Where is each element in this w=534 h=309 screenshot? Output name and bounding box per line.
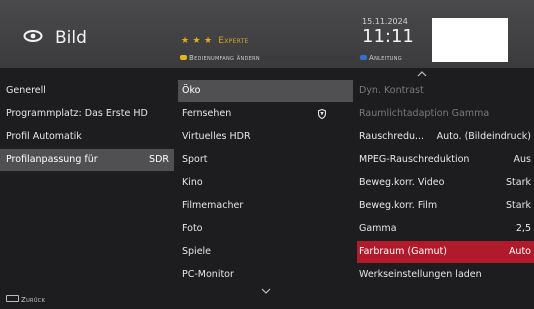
preset-label: Filmemacher <box>182 200 244 211</box>
preset-label: Spiele <box>182 246 212 257</box>
menu-item-profil-automatik[interactable]: Profil Automatik <box>0 126 174 148</box>
menu-item-value: SDR <box>149 154 169 165</box>
setting-label: Raumlichtadaption Gamma <box>359 108 490 119</box>
setting-label: MPEG-Rauschreduktion <box>359 154 470 165</box>
preset-item-oeko[interactable]: Öko <box>178 80 353 102</box>
setting-value: Stark <box>506 177 531 188</box>
setting-beweg-korr-video[interactable]: Beweg.korr. Video Stark <box>357 172 534 194</box>
eye-icon <box>23 30 43 42</box>
stars-icon: ★ ★ ★ <box>181 36 213 46</box>
tv-preview-window <box>432 18 508 62</box>
expertise-level-label: Experte <box>218 36 249 46</box>
preset-label: Sport <box>182 154 208 165</box>
setting-label: Rauschredu... <box>359 131 425 142</box>
chevron-down-icon[interactable] <box>261 288 271 294</box>
setting-gamma[interactable]: Gamma 2,5 <box>357 218 534 240</box>
preset-item-spiele[interactable]: Spiele <box>178 241 353 263</box>
blue-key-icon <box>360 55 367 60</box>
preset-label: Fernsehen <box>182 108 232 119</box>
menu-item-label: Programmplatz: Das Erste HD <box>6 108 148 119</box>
header-bar: Bild ★ ★ ★ Experte Bedienumfang ändern A… <box>0 0 534 68</box>
preset-item-fernsehen[interactable]: Fernsehen <box>178 103 353 125</box>
setting-label: Werkseinstellungen laden <box>359 269 482 280</box>
menu-item-programmplatz[interactable]: Programmplatz: Das Erste HD <box>0 103 174 125</box>
preset-item-pc-monitor[interactable]: PC-Monitor <box>178 264 353 286</box>
menu-item-generell[interactable]: Generell <box>0 80 174 102</box>
yellow-key-label: Bedienumfang ändern <box>189 54 260 62</box>
preset-item-sport[interactable]: Sport <box>178 149 353 171</box>
menu-item-label: Profil Automatik <box>6 131 82 142</box>
blue-key-hint[interactable]: Anleitung <box>360 54 402 62</box>
menu-item-profilanpassung[interactable]: Profilanpassung für SDR <box>0 149 174 171</box>
setting-rauschreduktion[interactable]: Rauschredu... Auto. (Bildeindruck) <box>357 126 534 148</box>
setting-label: Beweg.korr. Video <box>359 177 445 188</box>
preset-label: Foto <box>182 223 203 234</box>
expertise-level: ★ ★ ★ Experte <box>181 36 249 46</box>
setting-label: Dyn. Kontrast <box>359 85 424 96</box>
date-display: 15.11.2024 <box>362 17 408 26</box>
clock-display: 11:11 <box>362 26 414 47</box>
setting-label: Farbraum (Gamut) <box>359 246 447 257</box>
setting-value: Auto. (Bildeindruck) <box>436 131 531 142</box>
preset-label: PC-Monitor <box>182 269 234 280</box>
yellow-key-icon <box>180 55 187 60</box>
setting-value: Auto <box>508 246 531 257</box>
setting-raumlichtadaption-gamma: Raumlichtadaption Gamma <box>357 103 534 125</box>
setting-label: Beweg.korr. Film <box>359 200 438 211</box>
shield-icon <box>318 109 326 119</box>
preset-item-virtuelles-hdr[interactable]: Virtuelles HDR <box>178 126 353 148</box>
back-key-icon <box>6 295 19 302</box>
setting-beweg-korr-film[interactable]: Beweg.korr. Film Stark <box>357 195 534 217</box>
preset-item-foto[interactable]: Foto <box>178 218 353 240</box>
setting-label: Gamma <box>359 223 397 234</box>
setting-value: Aus <box>513 154 531 165</box>
menu-item-label: Generell <box>6 85 46 96</box>
setting-mpeg-rauschreduktion[interactable]: MPEG-Rauschreduktion Aus <box>357 149 534 171</box>
preset-label: Virtuelles HDR <box>182 131 251 142</box>
setting-value: Stark <box>506 200 531 211</box>
preset-item-kino[interactable]: Kino <box>178 172 353 194</box>
back-label: Zurück <box>21 296 46 304</box>
blue-key-label: Anleitung <box>369 54 402 62</box>
chevron-up-icon[interactable] <box>417 71 427 77</box>
setting-dyn-kontrast: Dyn. Kontrast <box>357 80 534 102</box>
preset-item-filmemacher[interactable]: Filmemacher <box>178 195 353 217</box>
yellow-key-hint[interactable]: Bedienumfang ändern <box>180 54 260 62</box>
tv-menu-screen: Bild ★ ★ ★ Experte Bedienumfang ändern A… <box>0 0 534 309</box>
preset-label: Öko <box>182 85 201 96</box>
back-hint[interactable]: Zurück <box>6 295 45 304</box>
setting-werkseinstellungen-laden[interactable]: Werkseinstellungen laden <box>357 264 534 286</box>
menu-item-label: Profilanpassung für <box>6 154 98 165</box>
preset-label: Kino <box>182 177 203 188</box>
setting-value: 2,5 <box>515 223 531 234</box>
page-title: Bild <box>55 28 87 48</box>
setting-farbraum-gamut[interactable]: Farbraum (Gamut) Auto <box>357 241 534 263</box>
